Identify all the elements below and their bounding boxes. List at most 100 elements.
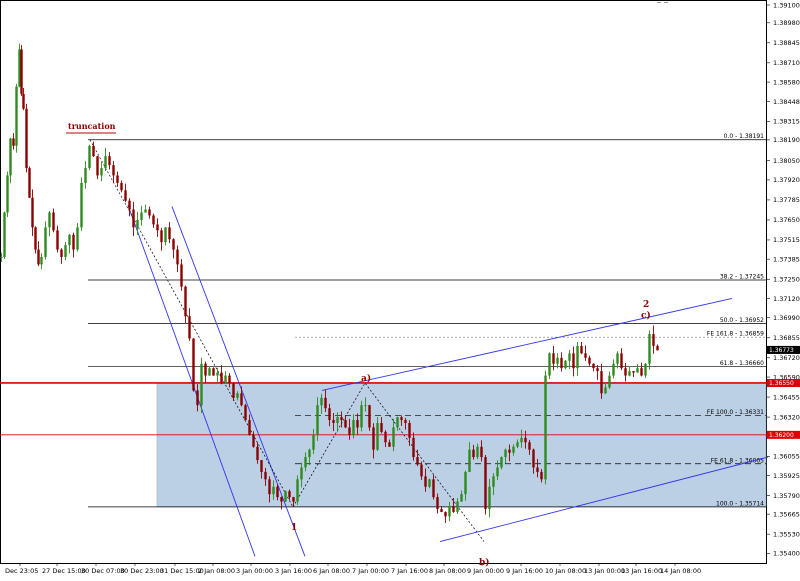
candle-body	[52, 212, 55, 231]
candle-body	[464, 471, 467, 495]
fib-level-label: FE 161.8 - 1.36859	[707, 331, 764, 338]
price-tick-label: 1.38448	[773, 98, 800, 106]
price-tick-label: 1.35665	[773, 510, 800, 518]
price-tick-label: 1.38845	[773, 39, 800, 47]
price-tick-label: 1.37515	[773, 236, 800, 244]
date-tick-label: 10 Jan 08:00	[545, 567, 586, 575]
candle-body	[22, 93, 25, 109]
candle-body	[624, 368, 627, 376]
candle-body	[496, 467, 499, 477]
candle-body	[92, 145, 95, 157]
candle-body	[188, 316, 191, 339]
candle-body	[9, 138, 12, 176]
date-tick-label: 6 Jan 08:00	[313, 567, 350, 575]
candle-body	[204, 363, 207, 376]
fib-level-label: 50.0 - 1.36952	[720, 317, 764, 324]
date-tick-label: 30 Dec 23:00	[120, 567, 164, 575]
candle-body	[548, 353, 551, 376]
candle-body	[588, 357, 591, 364]
candle-body	[328, 408, 331, 421]
candle-body	[48, 212, 51, 228]
candle-body	[592, 363, 595, 369]
time-axis: Dec 23:05 27 Dec 15:0030 Dec 07:0030 Dec …	[5, 563, 701, 575]
candle-body	[37, 249, 40, 265]
candle-body	[244, 405, 247, 421]
candle-body	[292, 497, 295, 502]
candle-body	[560, 357, 563, 369]
candle-body	[168, 227, 171, 240]
candle-body	[572, 353, 575, 369]
candle-body	[248, 420, 251, 435]
candle-body	[520, 437, 523, 443]
candle-body	[108, 156, 111, 166]
candle-body	[320, 397, 323, 406]
candle-body	[428, 479, 431, 487]
candle-body	[308, 449, 311, 458]
date-tick-label: 3 Jan 00:00	[236, 567, 273, 575]
candle-body	[88, 145, 91, 169]
candle-body	[468, 449, 471, 472]
candle-body	[420, 464, 423, 477]
candle-body	[656, 345, 659, 351]
fib-level-label: 38.2 - 1.37245	[720, 273, 764, 280]
candle-body	[164, 227, 167, 243]
candle-body	[25, 108, 28, 169]
candle-body	[132, 209, 135, 228]
candle-body	[96, 156, 99, 176]
candle-body	[448, 506, 451, 517]
candle-body	[220, 372, 223, 383]
candle-body	[404, 420, 407, 424]
candle-body	[192, 338, 195, 391]
wave-label: 2	[643, 300, 649, 310]
candle-body	[216, 372, 219, 376]
price-tick-label: 1.38050	[773, 157, 800, 165]
candle-body	[604, 387, 607, 394]
fib-level-label: 100.0 - 1.35714	[716, 500, 764, 507]
candle-body	[356, 420, 359, 428]
candle-body	[608, 375, 611, 388]
candle-body	[76, 227, 79, 250]
date-tick-label: 30 Dec 07:00	[81, 567, 125, 575]
date-tick-label: 27 Dec 15:00	[42, 567, 86, 575]
candle-body	[208, 368, 211, 376]
candle-body	[336, 417, 339, 424]
candle-body	[568, 353, 571, 361]
candle-body	[512, 446, 515, 453]
candle-body	[544, 375, 547, 480]
candle-body	[528, 442, 531, 450]
candle-body	[372, 427, 375, 450]
candle-body	[612, 363, 615, 376]
date-tick-label: 7 Jan 00:00	[352, 567, 389, 575]
candle-body	[288, 491, 291, 498]
candle-body	[552, 353, 555, 364]
candle-body	[232, 382, 235, 398]
date-tick-label: 9 Jan 16:00	[506, 567, 543, 575]
candle-body	[180, 264, 183, 287]
candle-body	[64, 245, 67, 257]
candle-body	[388, 442, 391, 447]
date-tick-label: Dec 23:05	[5, 567, 38, 575]
chart-svg: 0.0 - 1.38191 38.2 - 1.37245 50.0 - 1.3695…	[0, 0, 800, 577]
candle-body	[300, 467, 303, 480]
date-tick-label: 8 Jan 08:00	[429, 567, 466, 575]
candle-body	[492, 476, 495, 487]
price-chart[interactable]: 0.0 - 1.38191 38.2 - 1.37245 50.0 - 1.3695…	[0, 0, 800, 577]
price-tick-label: 1.35925	[773, 472, 800, 480]
candle-body	[316, 405, 319, 435]
date-tick-label: 9 Jan 00:00	[467, 567, 504, 575]
candle-body	[536, 467, 539, 472]
candle-body	[84, 168, 87, 183]
candle-body	[31, 197, 34, 228]
candle-body	[296, 479, 299, 502]
candle-body	[484, 457, 487, 509]
candle-body	[312, 434, 315, 450]
candle-body	[584, 353, 587, 358]
candle-body	[268, 479, 271, 495]
fib-level-label: FE 61.8 - 1.36005	[711, 457, 764, 464]
price-tick-label: 1.39100	[773, 1, 800, 9]
candle-body	[20, 49, 23, 94]
candle-body	[352, 420, 355, 435]
candle-body	[160, 230, 163, 243]
date-tick-label: 2 Jan 08:00	[198, 567, 235, 575]
candle-body	[12, 138, 15, 146]
